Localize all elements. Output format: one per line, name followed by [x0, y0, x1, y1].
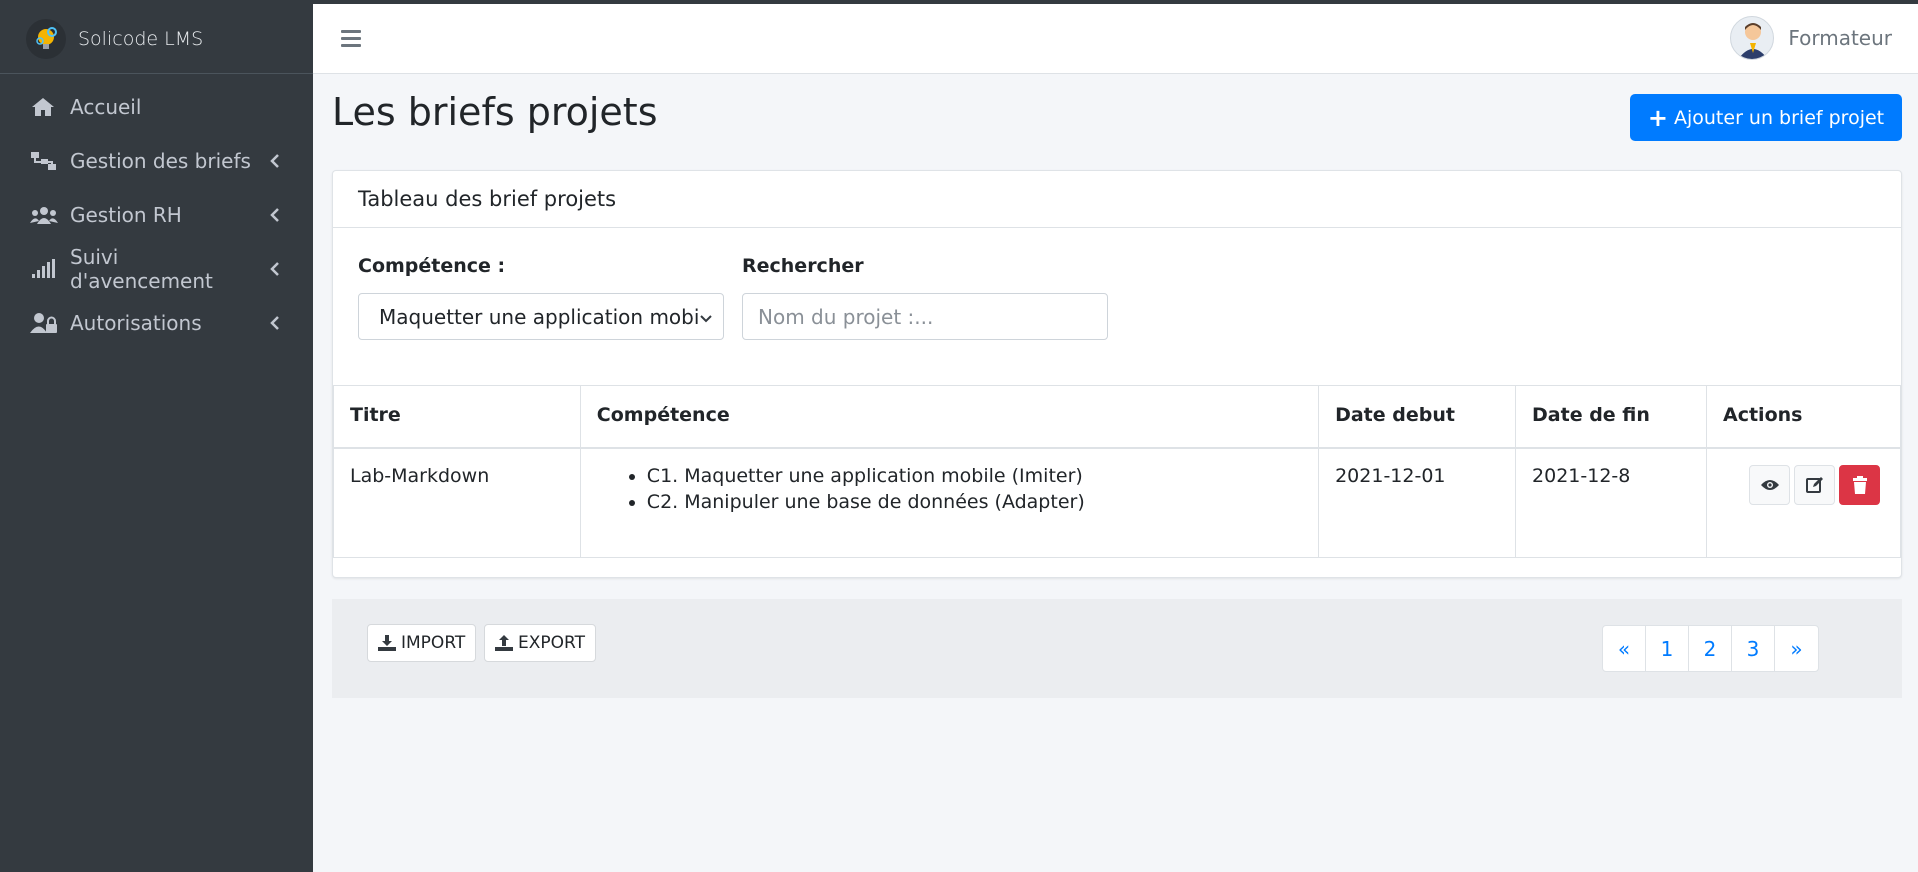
- sidebar-item-accueil[interactable]: Accueil: [0, 80, 313, 134]
- chevron-down-icon: [699, 305, 713, 329]
- competence-item: C2. Manipuler une base de données (Adapt…: [647, 491, 1302, 513]
- card-title: Tableau des brief projets: [333, 171, 1901, 228]
- competence-list: C1. Maquetter une application mobile (Im…: [597, 465, 1302, 513]
- sidebar-item-label: Accueil: [70, 95, 142, 119]
- search-label: Rechercher: [742, 255, 864, 277]
- page-next[interactable]: »: [1775, 626, 1818, 671]
- brand-name: Solicode LMS: [78, 27, 204, 50]
- competence-filter-group: Compétence : Maquetter une application m…: [358, 255, 724, 340]
- trash-icon: [1852, 475, 1867, 494]
- competence-item: C1. Maquetter une application mobile (Im…: [647, 465, 1302, 487]
- export-button-label: EXPORT: [518, 633, 585, 653]
- cell-date-debut: 2021-12-01: [1318, 447, 1517, 558]
- page-title: Les briefs projets: [332, 90, 658, 134]
- briefs-table: Titre Compétence Date debut Date de fin …: [333, 385, 1901, 558]
- chevron-left-icon: [267, 261, 283, 277]
- column-header-actions: Actions: [1706, 385, 1901, 449]
- page-3[interactable]: 3: [1732, 626, 1775, 671]
- upload-icon: [495, 635, 513, 651]
- export-button[interactable]: EXPORT: [484, 624, 596, 662]
- table-header-row: Titre Compétence Date debut Date de fin …: [333, 385, 1901, 449]
- eye-icon: [1760, 479, 1779, 490]
- sidebar-item-suivi[interactable]: Suivi d'avencement: [0, 242, 313, 296]
- brand-link[interactable]: Solicode LMS: [0, 4, 313, 74]
- sidebar-nav: Accueil Gestion des briefs Gestion RH Su…: [0, 74, 313, 350]
- cell-titre: Lab-Markdown: [333, 447, 581, 558]
- card-footer: IMPORT EXPORT « 1 2 3 »: [332, 599, 1902, 698]
- search-group: Rechercher: [742, 255, 1108, 340]
- avatar: [1730, 16, 1775, 60]
- top-navbar: Formateur: [313, 4, 1918, 74]
- pagination: « 1 2 3 »: [1602, 625, 1819, 672]
- sidebar-item-gestion-rh[interactable]: Gestion RH: [0, 188, 313, 242]
- competence-filter-label: Compétence :: [358, 255, 506, 277]
- sidebar: Solicode LMS Accueil Gestion des briefs …: [0, 4, 313, 872]
- users-icon: [30, 202, 60, 228]
- column-header-competence: Compétence: [579, 385, 1320, 449]
- signal-icon: [30, 256, 60, 282]
- table-row: Lab-Markdown C1. Maquetter une applicati…: [333, 447, 1901, 558]
- add-brief-button[interactable]: + Ajouter un brief projet: [1630, 94, 1902, 141]
- import-button[interactable]: IMPORT: [367, 624, 477, 662]
- home-icon: [30, 94, 60, 120]
- menu-toggle-icon[interactable]: [341, 30, 361, 48]
- sidebar-item-autorisations[interactable]: Autorisations: [0, 296, 313, 350]
- import-button-label: IMPORT: [401, 633, 466, 653]
- view-button[interactable]: [1749, 464, 1790, 505]
- add-brief-button-label: Ajouter un brief projet: [1673, 106, 1885, 129]
- cell-date-fin: 2021-12-8: [1515, 447, 1707, 558]
- chevron-left-icon: [267, 315, 283, 331]
- cell-actions: [1706, 447, 1901, 558]
- download-icon: [378, 635, 396, 651]
- sidebar-item-label: Gestion des briefs: [70, 149, 251, 173]
- sidebar-item-label: Gestion RH: [70, 203, 182, 227]
- briefs-card: Tableau des brief projets Compétence : M…: [332, 170, 1902, 578]
- edit-button[interactable]: [1794, 464, 1835, 505]
- sitemap-icon: [30, 148, 60, 174]
- delete-button[interactable]: [1839, 464, 1880, 505]
- brand-logo-icon: [26, 18, 66, 59]
- column-header-date-debut: Date debut: [1318, 385, 1517, 449]
- row-actions: [1723, 464, 1884, 505]
- user-lock-icon: [30, 310, 60, 336]
- column-header-date-fin: Date de fin: [1515, 385, 1707, 449]
- page-2[interactable]: 2: [1689, 626, 1732, 671]
- plus-icon: +: [1647, 103, 1668, 132]
- page-1[interactable]: 1: [1646, 626, 1689, 671]
- page-prev[interactable]: «: [1603, 626, 1646, 671]
- user-name: Formateur: [1788, 26, 1892, 50]
- competence-select-value: Maquetter une application mobile: [379, 304, 699, 329]
- sidebar-item-gestion-briefs[interactable]: Gestion des briefs: [0, 134, 313, 188]
- competence-select[interactable]: Maquetter une application mobile: [358, 293, 724, 340]
- chevron-left-icon: [267, 207, 283, 223]
- column-header-titre: Titre: [333, 385, 581, 449]
- chevron-left-icon: [267, 153, 283, 169]
- sidebar-item-label: Suivi d'avencement: [70, 245, 213, 293]
- sidebar-item-label: Autorisations: [70, 311, 202, 335]
- search-input[interactable]: [742, 293, 1108, 340]
- filters: Compétence : Maquetter une application m…: [358, 255, 1126, 340]
- cell-competence: C1. Maquetter une application mobile (Im…: [579, 447, 1320, 558]
- user-menu[interactable]: Formateur: [1730, 16, 1892, 60]
- edit-icon: [1805, 476, 1823, 493]
